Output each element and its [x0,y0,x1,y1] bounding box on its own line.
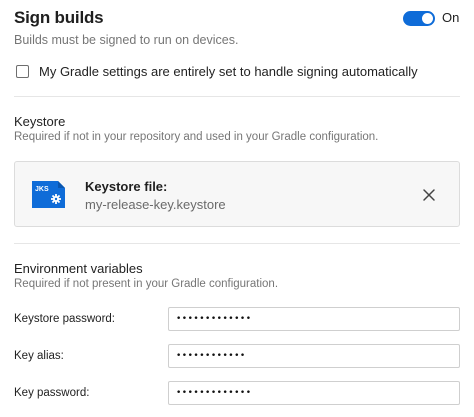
keystore-file-card: JKS Keystore file: my-release-key.keysto… [14,161,460,227]
keystore-password-label: Keystore password: [14,313,115,325]
jks-file-icon: JKS [32,181,65,208]
jks-icon-text: JKS [35,186,49,193]
divider [14,96,460,97]
gradle-signing-checkbox-label: My Gradle settings are entirely set to h… [39,64,418,79]
env-section-title: Environment variables [14,261,143,276]
sign-builds-toggle[interactable] [403,11,435,26]
key-alias-label: Key alias: [14,350,64,362]
keystore-section-title: Keystore [14,114,66,129]
key-password-label: Key password: [14,387,90,399]
close-icon[interactable] [420,186,438,204]
keystore-file-name: my-release-key.keystore [85,197,226,212]
keystore-section-description: Required if not in your repository and u… [14,131,379,143]
key-alias-input[interactable]: •••••••••••• [168,344,460,368]
divider [14,243,460,244]
keystore-file-label: Keystore file: [85,179,168,194]
keystore-password-input[interactable]: ••••••••••••• [168,307,460,331]
page-subtitle: Builds must be signed to run on devices. [14,33,239,47]
toggle-knob [422,13,433,24]
gradle-signing-checkbox[interactable] [16,65,29,78]
gradle-signing-checkbox-row[interactable]: My Gradle settings are entirely set to h… [16,64,418,79]
key-password-input[interactable]: ••••••••••••• [168,381,460,405]
env-section-description: Required if not present in your Gradle c… [14,278,279,290]
page-title: Sign builds [14,8,104,27]
toggle-state-label: On [442,10,460,25]
